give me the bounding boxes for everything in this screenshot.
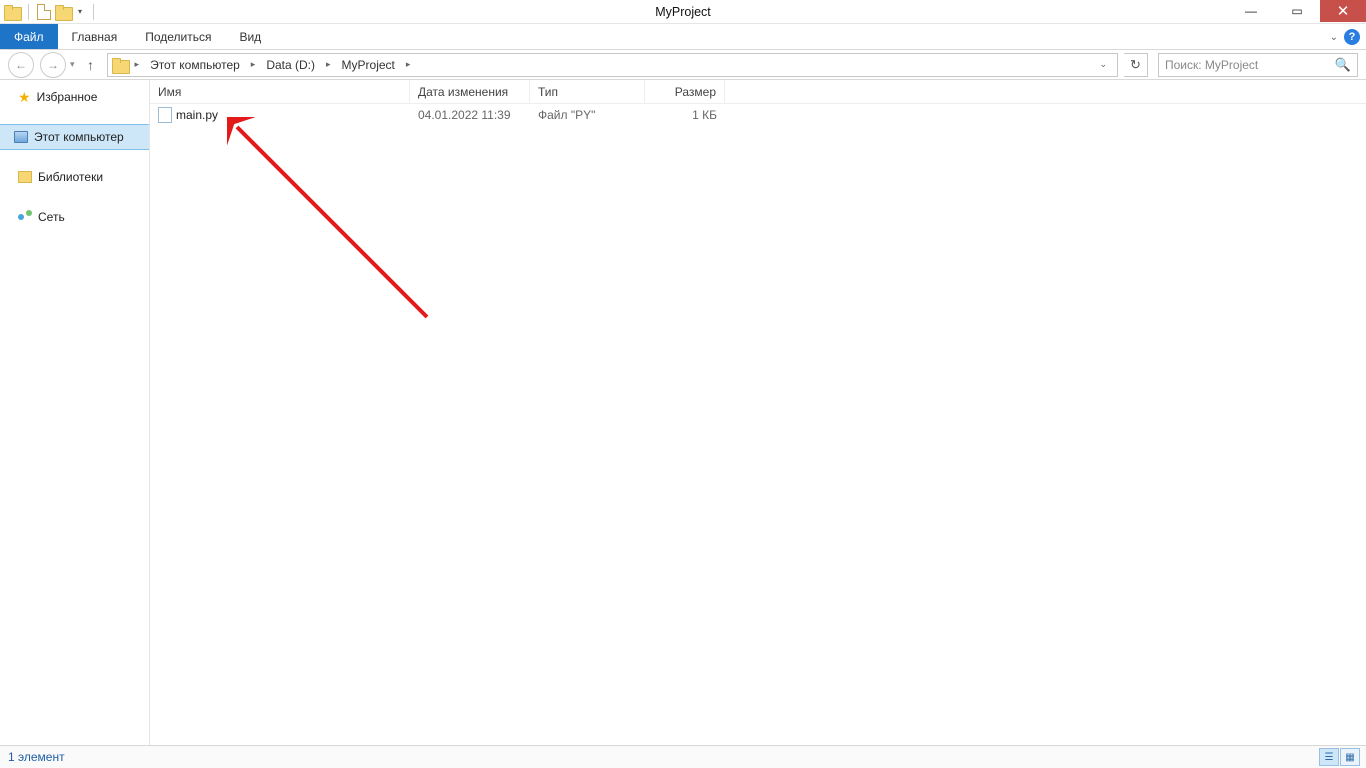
sidebar-item-network[interactable]: Сеть (0, 204, 149, 230)
spacer (0, 150, 149, 164)
chevron-right-icon[interactable]: ▸ (323, 59, 334, 70)
up-button[interactable]: ↑ (81, 55, 101, 75)
address-dropdown-icon[interactable]: ⌄ (1093, 59, 1113, 70)
help-icon[interactable]: ? (1344, 29, 1360, 45)
folder-icon (112, 58, 128, 72)
column-header-size[interactable]: Размер (645, 80, 725, 103)
breadcrumb-drive[interactable]: Data (D:) (262, 54, 319, 76)
spacer (0, 110, 149, 124)
qat-separator (93, 4, 94, 20)
nav-row: ← → ▾ ↑ ▸ Этот компьютер ▸ Data (D:) ▸ M… (0, 50, 1366, 80)
folder-icon[interactable] (4, 5, 20, 19)
file-name: main.py (176, 108, 218, 122)
sidebar-item-this-pc[interactable]: Этот компьютер (0, 124, 149, 150)
ribbon-right: ⌄ ? (1330, 24, 1360, 50)
tab-share[interactable]: Поделиться (131, 24, 225, 49)
column-header-date[interactable]: Дата изменения (410, 80, 530, 103)
nav-pane: ★ Избранное Этот компьютер Библиотеки Се… (0, 80, 150, 745)
file-type-cell: Файл "PY" (530, 104, 645, 126)
maximize-button[interactable]: ▭ (1274, 0, 1320, 22)
search-icon: 🔍 (1335, 57, 1351, 73)
new-folder-icon[interactable] (55, 5, 71, 19)
chevron-right-icon[interactable]: ▸ (132, 59, 143, 70)
breadcrumb-folder[interactable]: MyProject (338, 54, 399, 76)
qat-dropdown-icon[interactable]: ▾ (75, 4, 85, 20)
address-bar[interactable]: ▸ Этот компьютер ▸ Data (D:) ▸ MyProject… (107, 53, 1118, 77)
view-details-button[interactable]: ☰ (1319, 748, 1339, 766)
view-large-icons-button[interactable]: ▦ (1340, 748, 1360, 766)
column-header-type[interactable]: Тип (530, 80, 645, 103)
star-icon: ★ (18, 89, 31, 106)
chevron-right-icon[interactable]: ▸ (248, 59, 259, 70)
search-box[interactable]: 🔍 (1158, 53, 1358, 77)
history-dropdown-icon[interactable]: ▾ (70, 59, 75, 70)
view-toggles: ☰ ▦ (1319, 748, 1360, 766)
file-name-cell[interactable]: main.py (150, 104, 410, 126)
chevron-right-icon[interactable]: ▸ (403, 59, 414, 70)
file-date-cell: 04.01.2022 11:39 (410, 104, 530, 126)
forward-button[interactable]: → (40, 52, 66, 78)
quick-access-toolbar: ▾ (0, 4, 98, 20)
back-button[interactable]: ← (8, 52, 34, 78)
qat-separator (28, 4, 29, 20)
titlebar: ▾ MyProject — ▭ ✕ (0, 0, 1366, 24)
file-list: Имя Дата изменения Тип Размер main.py 04… (150, 80, 1366, 745)
sidebar-item-label: Библиотеки (38, 170, 103, 184)
body: ★ Избранное Этот компьютер Библиотеки Се… (0, 80, 1366, 745)
refresh-button[interactable]: ↻ (1124, 53, 1148, 77)
sidebar-item-favorites[interactable]: ★ Избранное (0, 84, 149, 110)
file-icon (158, 107, 172, 123)
sidebar-item-label: Избранное (37, 90, 98, 104)
tab-file[interactable]: Файл (0, 24, 58, 49)
breadcrumb-this-pc[interactable]: Этот компьютер (146, 54, 244, 76)
sidebar-item-label: Сеть (38, 210, 65, 224)
file-row[interactable]: main.py 04.01.2022 11:39 Файл "PY" 1 КБ (150, 104, 1366, 126)
column-header-name[interactable]: Имя (150, 80, 410, 103)
network-icon (18, 210, 32, 224)
window-controls: — ▭ ✕ (1228, 0, 1366, 22)
close-button[interactable]: ✕ (1320, 0, 1366, 22)
libraries-icon (18, 171, 32, 183)
tab-view[interactable]: Вид (225, 24, 275, 49)
window-title: MyProject (0, 0, 1366, 24)
spacer (0, 190, 149, 204)
tab-home[interactable]: Главная (58, 24, 132, 49)
file-size-cell: 1 КБ (645, 104, 725, 126)
minimize-button[interactable]: — (1228, 0, 1274, 22)
properties-icon[interactable] (37, 4, 51, 20)
status-bar: 1 элемент ☰ ▦ (0, 745, 1366, 768)
computer-icon (14, 131, 28, 143)
ribbon-collapse-icon[interactable]: ⌄ (1330, 32, 1338, 43)
search-input[interactable] (1165, 58, 1351, 72)
column-headers: Имя Дата изменения Тип Размер (150, 80, 1366, 104)
annotation-arrow (227, 117, 507, 357)
ribbon: Файл Главная Поделиться Вид ⌄ ? (0, 24, 1366, 50)
status-count: 1 элемент (8, 750, 65, 764)
sidebar-item-label: Этот компьютер (34, 130, 124, 144)
sidebar-item-libraries[interactable]: Библиотеки (0, 164, 149, 190)
